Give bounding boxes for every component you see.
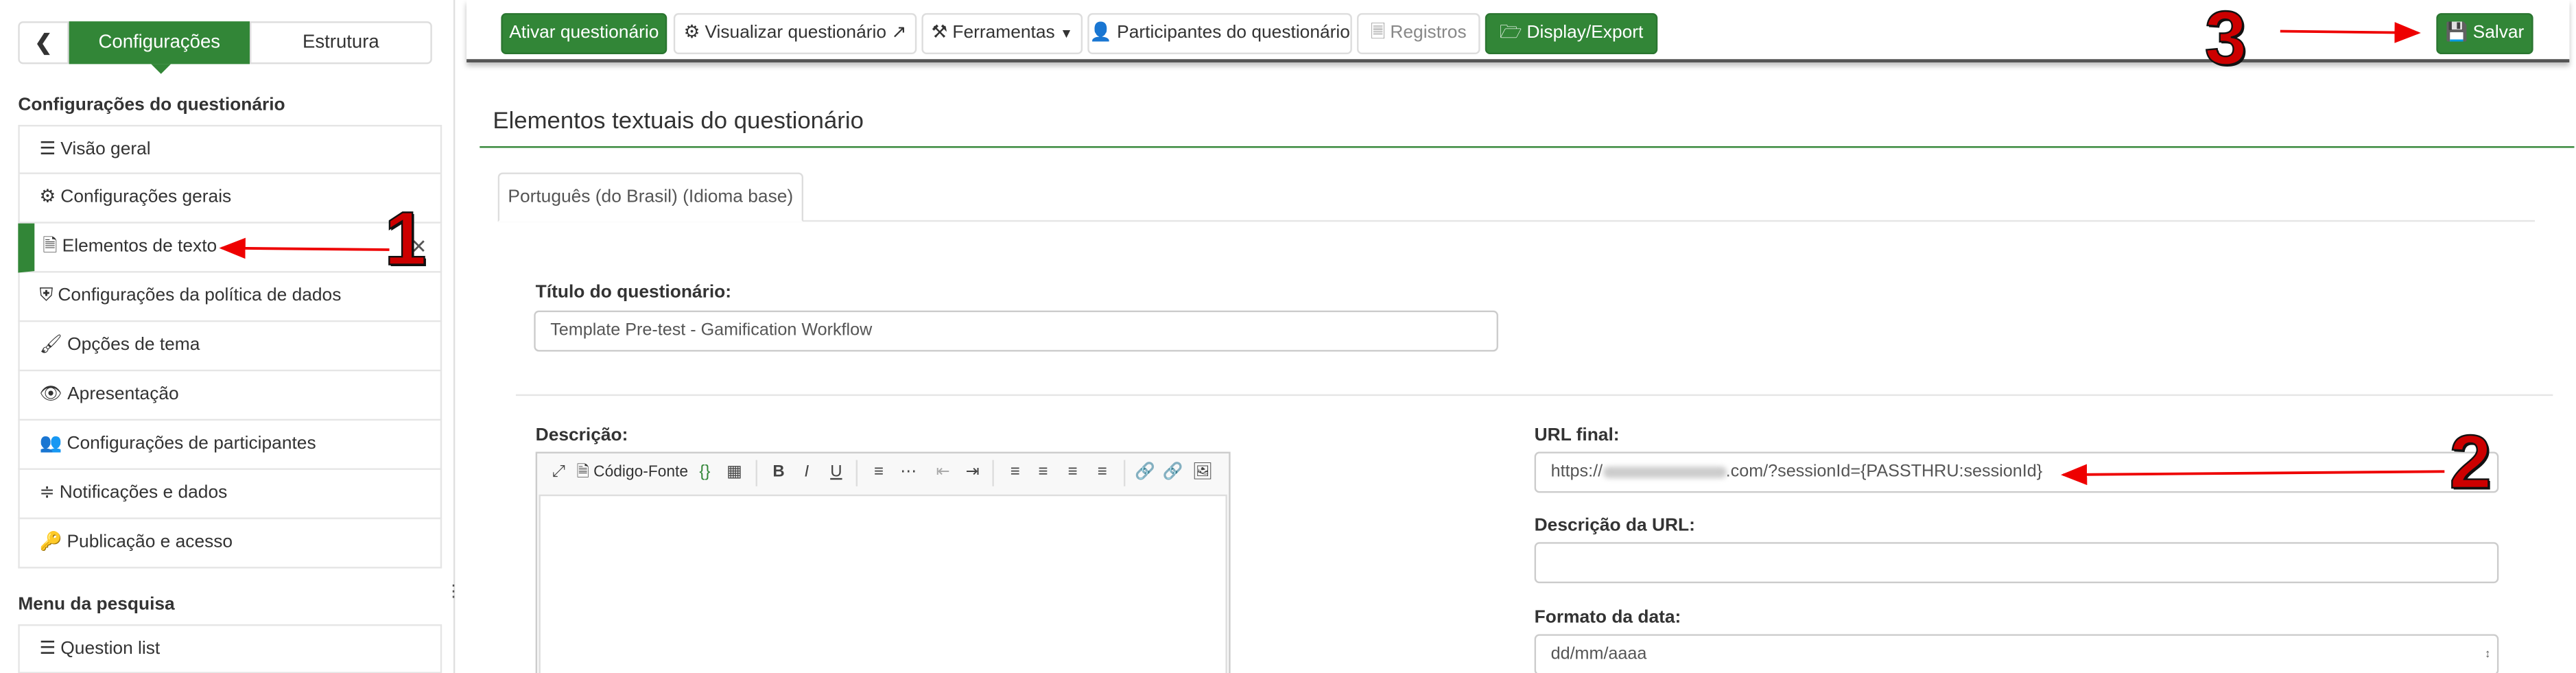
arrow-3 (2280, 22, 2421, 43)
arrow-2 (2060, 464, 2445, 486)
annotation-number-1: 1 (383, 195, 427, 281)
arrow-1 (219, 237, 390, 259)
tab-lang-base[interactable]: Português (do Brasil) (Idioma base) (497, 172, 804, 222)
annotation-number-3: 3 (2204, 0, 2248, 81)
annotation-arrows (219, 22, 2445, 486)
annotation-number-2: 2 (2448, 418, 2492, 505)
